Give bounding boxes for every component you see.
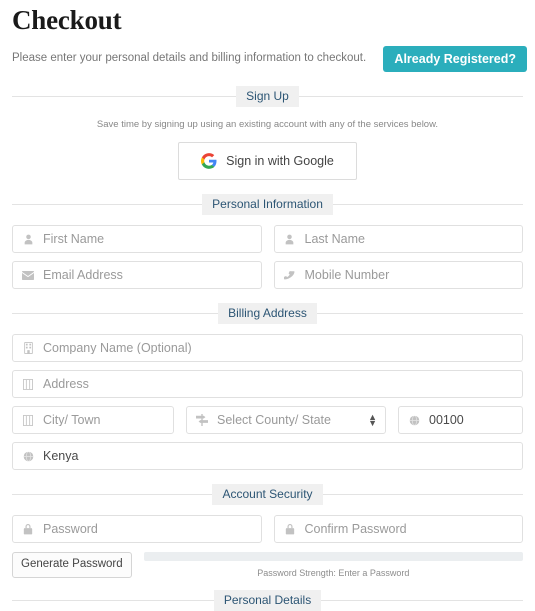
google-button-label: Sign in with Google (226, 154, 334, 169)
section-divider-personal-information: Personal Information (8, 194, 527, 216)
company-col: Company Name (Optional) (12, 334, 523, 363)
address-col: Address (12, 370, 523, 399)
postal-code-col: 00100 (398, 406, 523, 435)
chevron-updown-icon[interactable]: ▲ ▼ (362, 413, 377, 428)
lock-icon (283, 523, 297, 535)
globe-icon (21, 450, 35, 462)
password-strength-meter: Password Strength: Enter a Password (143, 552, 523, 579)
divider-line-left (12, 600, 214, 602)
page-subtitle: Please enter your personal details and b… (12, 52, 367, 65)
first-name-placeholder: First Name (43, 232, 105, 246)
address-field[interactable]: Address (12, 370, 523, 399)
county-state-col: Select County/ State ▲ ▼ (186, 406, 386, 435)
confirm-password-field[interactable]: Confirm Password (273, 515, 523, 544)
password-strength-bar (143, 552, 523, 562)
page-title: Checkout (12, 5, 122, 35)
section-heading-personal-information: Personal Information (202, 194, 333, 216)
divider-line-left (12, 204, 203, 206)
password-tools-row: Generate Password Password Strength: Ent… (8, 552, 527, 578)
checkout-page: Checkout Please enter your personal deta… (0, 5, 535, 611)
section-heading-sign-up: Sign Up (236, 86, 299, 108)
phone-icon (283, 270, 297, 281)
email-address-placeholder: Email Address (43, 268, 123, 282)
section-heading-billing-address: Billing Address (218, 303, 317, 325)
address-row: Address (8, 370, 527, 399)
county-state-value: Select County/ State (217, 413, 331, 427)
lock-icon (21, 523, 35, 535)
user-icon (283, 234, 297, 245)
city-state-zip-row: City/ Town Select County/ State ▲ ▼ 00100 (8, 406, 527, 435)
last-name-col: Last Name (273, 225, 523, 254)
section-heading-personal-details: Personal Details (213, 590, 322, 611)
personal-name-row: First Name Last Name (8, 225, 527, 254)
divider-line-right (321, 600, 523, 602)
section-divider-sign-up: Sign Up (8, 86, 527, 108)
password-col: Password (12, 515, 262, 544)
last-name-placeholder: Last Name (304, 232, 365, 246)
company-name-placeholder: Company Name (Optional) (43, 341, 192, 355)
password-field[interactable]: Password (12, 515, 262, 544)
company-name-field[interactable]: Company Name (Optional) (12, 334, 523, 363)
section-divider-personal-details: Personal Details (8, 590, 527, 611)
divider-line-right (332, 204, 524, 206)
password-placeholder: Password (43, 522, 98, 536)
address-placeholder: Address (43, 377, 89, 391)
mobile-number-placeholder: Mobile Number (304, 268, 390, 282)
city-col: City/ Town (12, 406, 174, 435)
password-strength-label: Password Strength: Enter a Password (257, 568, 410, 579)
envelope-icon (21, 270, 35, 280)
address-icon (21, 378, 35, 390)
last-name-field[interactable]: Last Name (273, 225, 523, 254)
mobile-number-field[interactable]: Mobile Number (273, 261, 523, 290)
password-row: Password Confirm Password (8, 515, 527, 544)
map-signs-icon (195, 414, 209, 427)
country-value: Kenya (43, 449, 79, 463)
google-icon (201, 153, 217, 170)
divider-line-right (322, 494, 524, 496)
mobile-col: Mobile Number (273, 261, 523, 290)
company-row: Company Name (Optional) (8, 334, 527, 363)
building-icon (21, 342, 35, 355)
already-registered-button[interactable]: Already Registered? (383, 45, 527, 73)
social-login-wrap: Sign in with Google (8, 142, 527, 181)
confirm-password-col: Confirm Password (273, 515, 523, 544)
email-col: Email Address (12, 261, 262, 290)
generate-password-button[interactable]: Generate Password (12, 552, 132, 578)
user-icon (21, 234, 35, 245)
postal-code-value: 00100 (429, 413, 464, 427)
city-town-field[interactable]: City/ Town (12, 406, 174, 435)
country-row: Kenya (8, 442, 527, 471)
county-state-select[interactable]: Select County/ State ▲ ▼ (186, 406, 386, 435)
confirm-password-placeholder: Confirm Password (304, 522, 407, 536)
city-town-placeholder: City/ Town (43, 413, 101, 427)
postal-code-field[interactable]: 00100 (398, 406, 523, 435)
divider-line-left (12, 494, 213, 496)
country-col: Kenya (12, 442, 523, 471)
divider-line-left (12, 313, 219, 315)
section-heading-account-security: Account Security (212, 484, 323, 506)
sign-up-note: Save time by signing up using an existin… (96, 119, 439, 131)
first-name-field[interactable]: First Name (12, 225, 262, 254)
divider-line-left (12, 96, 237, 98)
first-name-col: First Name (12, 225, 262, 254)
personal-contact-row: Email Address Mobile Number (8, 261, 527, 290)
header-row: Please enter your personal details and b… (12, 45, 527, 73)
country-field[interactable]: Kenya (12, 442, 523, 471)
email-address-field[interactable]: Email Address (12, 261, 262, 290)
section-divider-account-security: Account Security (8, 484, 527, 506)
section-divider-billing-address: Billing Address (8, 303, 527, 325)
sign-in-with-google-button[interactable]: Sign in with Google (178, 142, 357, 181)
divider-line-right (298, 96, 524, 98)
globe-icon (407, 414, 421, 426)
address-icon (21, 414, 35, 426)
divider-line-right (316, 313, 523, 315)
